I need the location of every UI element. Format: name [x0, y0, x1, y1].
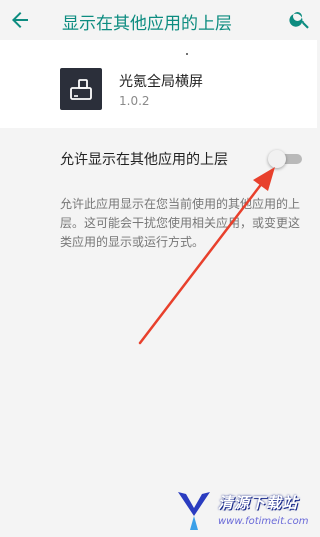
overlay-permission-row[interactable]: 允许显示在其他应用的上层 — [0, 128, 317, 184]
watermark: 清源下载站 www.fotimeit.com — [174, 488, 314, 534]
app-bar: 显示在其他应用的上层 — [0, 0, 317, 40]
watermark-logo-icon — [178, 492, 210, 530]
app-version: 1.0.2 — [119, 94, 150, 108]
app-rotate-icon — [60, 68, 102, 110]
toggle-thumb — [268, 150, 286, 168]
permission-description: 允许此应用显示在您当前使用的其他应用的上层。这可能会干扰您使用相关应用，或变更这… — [60, 197, 301, 249]
watermark-title: 清源下载站 — [218, 494, 299, 512]
watermark-url: www.fotimeit.com — [218, 516, 309, 527]
overlay-permission-label: 允许显示在其他应用的上层 — [60, 152, 228, 168]
overlay-permission-toggle[interactable] — [268, 150, 302, 168]
page-title: 显示在其他应用的上层 — [62, 14, 232, 34]
app-info-header: 光氪全局横屏 1.0.2 — [0, 40, 317, 128]
app-name: 光氪全局横屏 — [119, 74, 203, 90]
arrow-back-icon[interactable] — [8, 8, 32, 32]
divider-dot — [186, 53, 188, 55]
search-icon[interactable] — [288, 7, 312, 31]
